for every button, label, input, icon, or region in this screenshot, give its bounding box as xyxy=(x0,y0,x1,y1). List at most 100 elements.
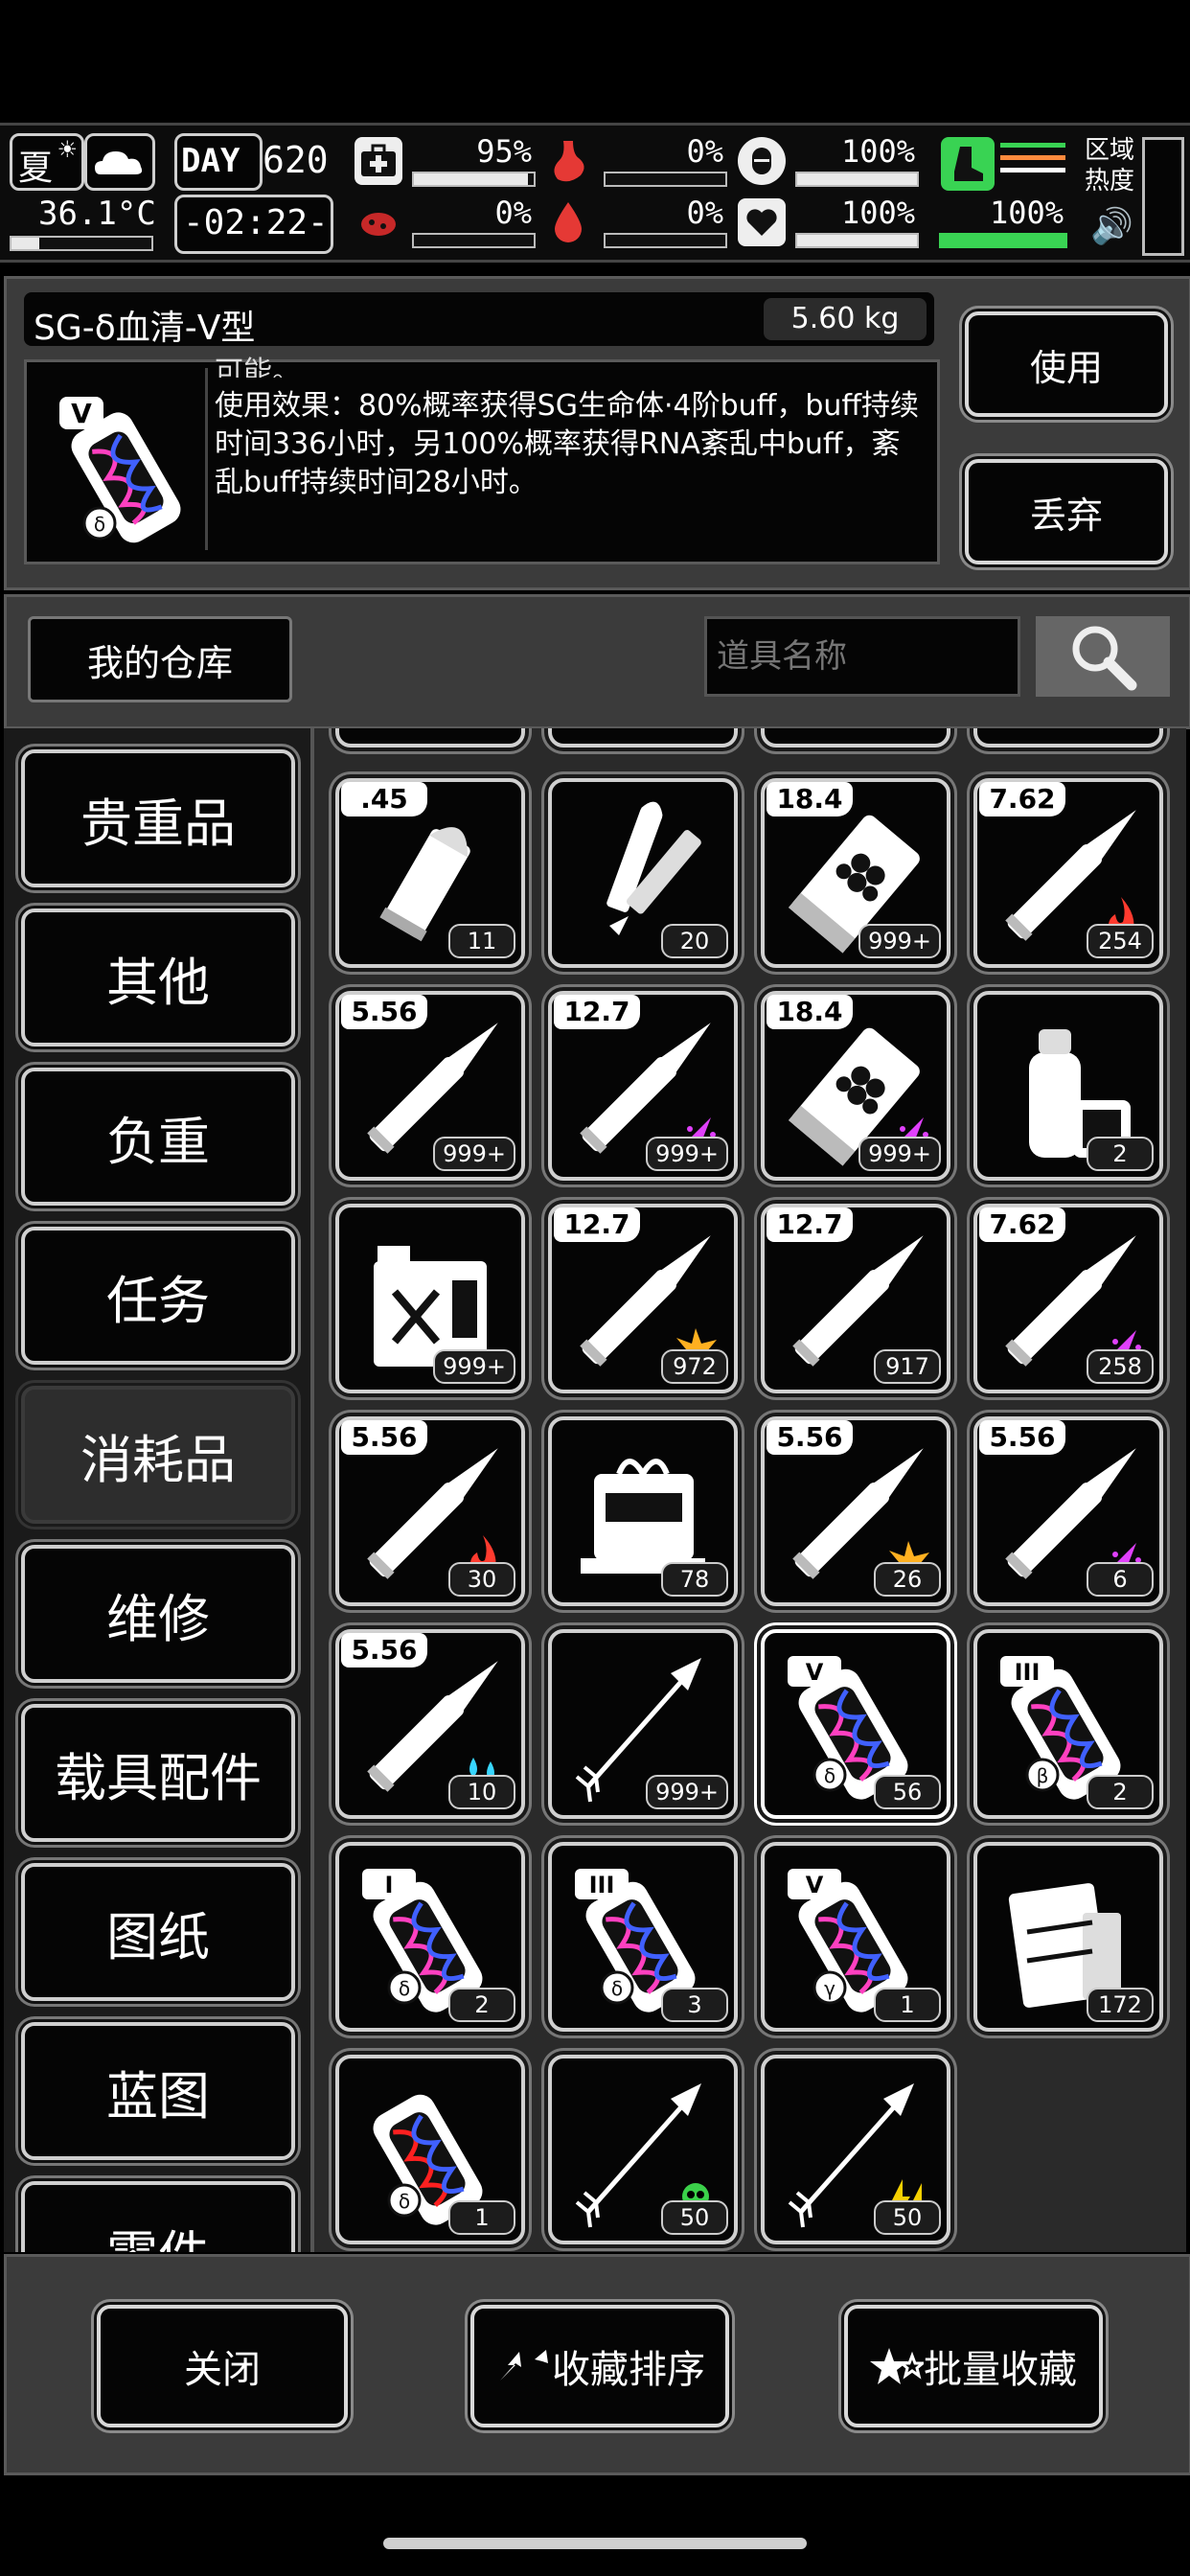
thirst-value: 0% xyxy=(686,195,723,231)
category-tab-1[interactable]: 其他 xyxy=(21,908,295,1046)
item-slot[interactable]: 172 xyxy=(973,1842,1163,2032)
item-slot-partial[interactable] xyxy=(973,728,1163,748)
temperature: 36.1°C xyxy=(38,195,156,233)
status-bar: 夏 ☀ 36.1°C DAY 620 -02:22- 95% 0% 100% 0… xyxy=(0,123,1190,263)
infection-value: 0% xyxy=(494,195,532,231)
item-slot-partial[interactable] xyxy=(335,728,525,748)
item-slot[interactable]: 50 xyxy=(548,2055,738,2244)
caliber-badge: 12.7 xyxy=(767,1208,853,1242)
close-button[interactable]: 关闭 xyxy=(97,2305,348,2427)
item-slot[interactable]: 18.4 999+ xyxy=(761,991,950,1181)
health-bar xyxy=(412,172,536,187)
item-quantity: 11 xyxy=(448,924,515,958)
item-icon-frame: V δ xyxy=(33,368,208,550)
use-button[interactable]: 使用 xyxy=(965,311,1168,417)
item-slot[interactable]: 999+ xyxy=(548,1629,738,1819)
caliber-badge: 7.62 xyxy=(979,782,1065,816)
item-quantity: 20 xyxy=(661,924,728,958)
svg-text:γ: γ xyxy=(824,1977,835,2000)
category-label: 消耗品 xyxy=(80,1429,236,1490)
item-slot[interactable]: 5.56 26 xyxy=(761,1416,950,1606)
caliber-badge: 7.62 xyxy=(979,1208,1065,1242)
category-tab-9[interactable]: 零件 xyxy=(21,2181,295,2252)
batch-favorite-button[interactable]: 批量收藏 xyxy=(844,2305,1103,2427)
discard-button-label: 丢弃 xyxy=(1029,494,1103,537)
item-slot[interactable]: Iδ 2 xyxy=(335,1842,525,2032)
item-slot[interactable]: Vδ 56 xyxy=(761,1629,950,1819)
sun-icon: ☀ xyxy=(57,136,78,163)
item-slot-partial[interactable] xyxy=(761,728,950,748)
close-button-label: 关闭 xyxy=(184,2348,261,2392)
infection-bar xyxy=(412,233,536,248)
use-button-label: 使用 xyxy=(1029,346,1103,389)
item-slot[interactable]: 7.62 258 xyxy=(973,1204,1163,1393)
item-slot[interactable]: 18.4 999+ xyxy=(761,778,950,968)
my-warehouse-tab[interactable]: 我的仓库 xyxy=(28,616,292,702)
category-tab-2[interactable]: 负重 xyxy=(21,1068,295,1206)
stamina-value: 100% xyxy=(840,133,915,170)
item-slot[interactable]: 50 xyxy=(761,2055,950,2244)
search-input[interactable] xyxy=(704,616,1020,697)
home-indicator[interactable] xyxy=(383,2538,807,2549)
lungs-icon xyxy=(738,137,786,185)
region-heat-line2: 热度 xyxy=(1085,167,1135,196)
item-weight: 5.60 kg xyxy=(790,302,900,335)
item-quantity: 258 xyxy=(1087,1349,1154,1384)
category-tab-6[interactable]: 载具配件 xyxy=(21,1704,295,1842)
stomach-icon xyxy=(544,137,592,185)
category-tab-5[interactable]: 维修 xyxy=(21,1545,295,1683)
category-label: 零件 xyxy=(106,2213,210,2253)
thirst-bar xyxy=(604,233,727,248)
category-tab-4[interactable]: 消耗品 xyxy=(21,1386,295,1524)
item-slot[interactable]: 20 xyxy=(548,778,738,968)
item-slot[interactable]: 12.7 972 xyxy=(548,1204,738,1393)
category-tab-3[interactable]: 任务 xyxy=(21,1227,295,1365)
svg-text:V: V xyxy=(71,398,92,429)
item-quantity: 254 xyxy=(1087,924,1154,958)
item-slot[interactable]: III δ 3 xyxy=(548,1842,738,2032)
item-quantity: 999+ xyxy=(646,1775,728,1809)
category-label: 维修 xyxy=(106,1588,210,1649)
item-slot[interactable]: 5.56 10 xyxy=(335,1629,525,1819)
favorite-sort-button[interactable]: 收藏排序 xyxy=(470,2305,729,2427)
batch-favorite-label: 批量收藏 xyxy=(924,2348,1077,2392)
item-quantity: 56 xyxy=(874,1775,941,1809)
time-display: -02:22- xyxy=(174,195,333,254)
item-slot[interactable]: 2 xyxy=(973,991,1163,1181)
item-slot[interactable]: 999+ xyxy=(335,1204,525,1393)
category-label: 其他 xyxy=(106,952,210,1013)
caliber-badge: 5.56 xyxy=(341,1633,427,1668)
item-slot[interactable]: .45 11 xyxy=(335,778,525,968)
discard-button[interactable]: 丢弃 xyxy=(965,459,1168,564)
item-slot[interactable]: III β 2 xyxy=(973,1629,1163,1819)
svg-text:β: β xyxy=(1037,1764,1049,1787)
item-slot[interactable]: δ1 xyxy=(335,2055,525,2244)
sound-icon[interactable]: 🔊 xyxy=(1090,206,1133,246)
caliber-badge: 18.4 xyxy=(767,995,853,1029)
item-slot[interactable]: 5.56 6 xyxy=(973,1416,1163,1606)
item-slot[interactable]: Vγ 1 xyxy=(761,1842,950,2032)
item-quantity: 917 xyxy=(874,1349,941,1384)
category-tab-7[interactable]: 图纸 xyxy=(21,1863,295,2001)
caliber-badge: 12.7 xyxy=(554,1208,640,1242)
region-heat-meter xyxy=(1142,137,1184,256)
category-label: 图纸 xyxy=(106,1906,210,1967)
item-slot[interactable]: 12.7 917 xyxy=(761,1204,950,1393)
svg-text:V: V xyxy=(806,1872,824,1898)
search-button[interactable] xyxy=(1036,616,1170,697)
category-tab-8[interactable]: 蓝图 xyxy=(21,2022,295,2160)
item-slot[interactable]: 12.7 999+ xyxy=(548,991,738,1181)
item-slot-partial[interactable] xyxy=(548,728,738,748)
weather-cloud-icon xyxy=(84,133,155,191)
item-grid: .45 11 20 18.4 999+ 7.62 254 5.56 999+ 12.7 999+ 18… xyxy=(326,728,1186,2252)
item-slot[interactable]: 7.62 254 xyxy=(973,778,1163,968)
day-indicator: DAY xyxy=(174,133,263,191)
weight-bar xyxy=(939,233,1067,248)
category-tab-0[interactable]: 贵重品 xyxy=(21,749,295,887)
item-slot[interactable]: 5.56 999+ xyxy=(335,991,525,1181)
item-quantity: 999+ xyxy=(858,924,941,958)
item-slot[interactable]: 78 xyxy=(548,1416,738,1606)
item-quantity: 172 xyxy=(1087,1988,1154,2022)
search-icon xyxy=(1072,626,1137,691)
item-slot[interactable]: 5.56 30 xyxy=(335,1416,525,1606)
